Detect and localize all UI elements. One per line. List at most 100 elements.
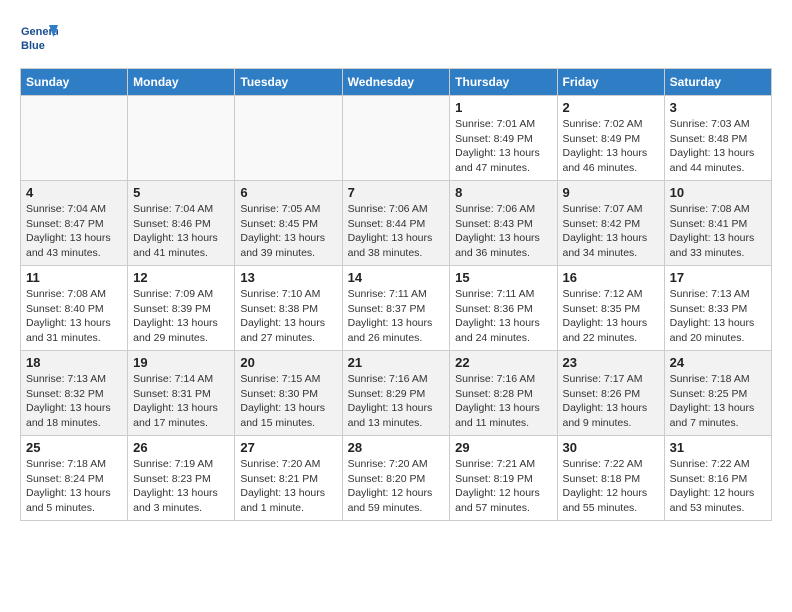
calendar-cell: 14Sunrise: 7:11 AMSunset: 8:37 PMDayligh…	[342, 266, 450, 351]
logo-graphic: General Blue	[20, 20, 58, 58]
calendar-cell: 31 Sunrise: 7:22 AMSunset: 8:16 PMDayligh…	[664, 436, 771, 521]
calendar-cell: 18 Sunrise: 7:13 AMSunset: 8:32 PMDayligh…	[21, 351, 128, 436]
day-info: Sunrise: 7:18 AMSunset: 8:25 PMDaylight:…	[670, 372, 766, 431]
day-info: Sunrise: 7:13 AMSunset: 8:33 PMDaylight:…	[670, 287, 766, 346]
day-info: Sunrise: 7:20 AMSunset: 8:21 PMDaylight:…	[240, 457, 336, 516]
day-info: Sunrise: 7:22 AMSunset: 8:16 PMDaylight:…	[670, 457, 766, 516]
calendar-cell: 28 Sunrise: 7:20 AMSunset: 8:20 PMDayligh…	[342, 436, 450, 521]
day-number: 23	[563, 355, 659, 370]
day-number: 28	[348, 440, 445, 455]
day-info: Sunrise: 7:20 AMSunset: 8:20 PMDaylight:…	[348, 457, 445, 516]
calendar-cell: 24 Sunrise: 7:18 AMSunset: 8:25 PMDayligh…	[664, 351, 771, 436]
calendar-table: SundayMondayTuesdayWednesdayThursdayFrid…	[20, 68, 772, 521]
day-info: Sunrise: 7:12 AMSunset: 8:35 PMDaylight:…	[563, 287, 659, 346]
day-number: 21	[348, 355, 445, 370]
day-info: Sunrise: 7:11 AMSunset: 8:36 PMDaylight:…	[455, 287, 551, 346]
day-of-week-header: Monday	[128, 69, 235, 96]
day-info: Sunrise: 7:15 AMSunset: 8:30 PMDaylight:…	[240, 372, 336, 431]
day-number: 5	[133, 185, 229, 200]
calendar-cell: 23 Sunrise: 7:17 AMSunset: 8:26 PMDayligh…	[557, 351, 664, 436]
calendar-cell: 30 Sunrise: 7:22 AMSunset: 8:18 PMDayligh…	[557, 436, 664, 521]
calendar-cell: 8 Sunrise: 7:06 AMSunset: 8:43 PMDaylight…	[450, 181, 557, 266]
day-number: 15	[455, 270, 551, 285]
day-info: Sunrise: 7:03 AMSunset: 8:48 PMDaylight:…	[670, 117, 766, 176]
calendar-cell: 16 Sunrise: 7:12 AMSunset: 8:35 PMDayligh…	[557, 266, 664, 351]
calendar-cell: 27 Sunrise: 7:20 AMSunset: 8:21 PMDayligh…	[235, 436, 342, 521]
day-number: 29	[455, 440, 551, 455]
calendar-cell: 17 Sunrise: 7:13 AMSunset: 8:33 PMDayligh…	[664, 266, 771, 351]
logo-svg: General Blue	[20, 20, 58, 58]
day-number: 27	[240, 440, 336, 455]
day-number: 16	[563, 270, 659, 285]
day-of-week-header: Tuesday	[235, 69, 342, 96]
day-number: 11	[26, 270, 122, 285]
day-info: Sunrise: 7:08 AMSunset: 8:41 PMDaylight:…	[670, 202, 766, 261]
day-number: 24	[670, 355, 766, 370]
calendar-cell: 13 Sunrise: 7:10 AMSunset: 8:38 PMDayligh…	[235, 266, 342, 351]
calendar-cell: 9 Sunrise: 7:07 AMSunset: 8:42 PMDaylight…	[557, 181, 664, 266]
day-info: Sunrise: 7:19 AMSunset: 8:23 PMDaylight:…	[133, 457, 229, 516]
day-info: Sunrise: 7:11 AMSunset: 8:37 PMDaylight:…	[348, 287, 445, 346]
day-info: Sunrise: 7:16 AMSunset: 8:29 PMDaylight:…	[348, 372, 445, 431]
day-info: Sunrise: 7:14 AMSunset: 8:31 PMDaylight:…	[133, 372, 229, 431]
calendar-cell: 11 Sunrise: 7:08 AMSunset: 8:40 PMDayligh…	[21, 266, 128, 351]
day-info: Sunrise: 7:02 AMSunset: 8:49 PMDaylight:…	[563, 117, 659, 176]
day-number: 31	[670, 440, 766, 455]
day-number: 19	[133, 355, 229, 370]
calendar-cell: 4Sunrise: 7:04 AMSunset: 8:47 PMDaylight…	[21, 181, 128, 266]
calendar-cell: 5 Sunrise: 7:04 AMSunset: 8:46 PMDaylight…	[128, 181, 235, 266]
logo: General Blue	[20, 20, 58, 58]
day-number: 3	[670, 100, 766, 115]
day-info: Sunrise: 7:05 AMSunset: 8:45 PMDaylight:…	[240, 202, 336, 261]
calendar-cell: 7 Sunrise: 7:06 AMSunset: 8:44 PMDaylight…	[342, 181, 450, 266]
day-number: 1	[455, 100, 551, 115]
calendar-cell: 6 Sunrise: 7:05 AMSunset: 8:45 PMDaylight…	[235, 181, 342, 266]
calendar-cell	[128, 96, 235, 181]
day-info: Sunrise: 7:21 AMSunset: 8:19 PMDaylight:…	[455, 457, 551, 516]
calendar-cell: 12Sunrise: 7:09 AMSunset: 8:39 PMDayligh…	[128, 266, 235, 351]
day-number: 25	[26, 440, 122, 455]
day-of-week-header: Friday	[557, 69, 664, 96]
calendar-cell	[342, 96, 450, 181]
day-number: 22	[455, 355, 551, 370]
day-number: 30	[563, 440, 659, 455]
day-number: 9	[563, 185, 659, 200]
day-of-week-header: Wednesday	[342, 69, 450, 96]
day-info: Sunrise: 7:08 AMSunset: 8:40 PMDaylight:…	[26, 287, 122, 346]
day-number: 13	[240, 270, 336, 285]
calendar-cell: 26 Sunrise: 7:19 AMSunset: 8:23 PMDayligh…	[128, 436, 235, 521]
svg-text:Blue: Blue	[21, 40, 45, 52]
day-number: 8	[455, 185, 551, 200]
day-of-week-header: Sunday	[21, 69, 128, 96]
day-number: 12	[133, 270, 229, 285]
day-info: Sunrise: 7:13 AMSunset: 8:32 PMDaylight:…	[26, 372, 122, 431]
day-number: 10	[670, 185, 766, 200]
day-info: Sunrise: 7:01 AMSunset: 8:49 PMDaylight:…	[455, 117, 551, 176]
calendar-cell: 25 Sunrise: 7:18 AMSunset: 8:24 PMDayligh…	[21, 436, 128, 521]
calendar-cell: 3 Sunrise: 7:03 AMSunset: 8:48 PMDaylight…	[664, 96, 771, 181]
day-of-week-header: Saturday	[664, 69, 771, 96]
calendar-cell: 21 Sunrise: 7:16 AMSunset: 8:29 PMDayligh…	[342, 351, 450, 436]
day-number: 6	[240, 185, 336, 200]
day-info: Sunrise: 7:04 AMSunset: 8:47 PMDaylight:…	[26, 202, 122, 261]
day-info: Sunrise: 7:06 AMSunset: 8:44 PMDaylight:…	[348, 202, 445, 261]
day-info: Sunrise: 7:04 AMSunset: 8:46 PMDaylight:…	[133, 202, 229, 261]
day-info: Sunrise: 7:22 AMSunset: 8:18 PMDaylight:…	[563, 457, 659, 516]
day-number: 26	[133, 440, 229, 455]
day-info: Sunrise: 7:17 AMSunset: 8:26 PMDaylight:…	[563, 372, 659, 431]
day-number: 17	[670, 270, 766, 285]
calendar-cell: 19 Sunrise: 7:14 AMSunset: 8:31 PMDayligh…	[128, 351, 235, 436]
day-info: Sunrise: 7:16 AMSunset: 8:28 PMDaylight:…	[455, 372, 551, 431]
day-info: Sunrise: 7:07 AMSunset: 8:42 PMDaylight:…	[563, 202, 659, 261]
day-number: 20	[240, 355, 336, 370]
calendar-cell: 20 Sunrise: 7:15 AMSunset: 8:30 PMDayligh…	[235, 351, 342, 436]
calendar-cell	[235, 96, 342, 181]
day-number: 18	[26, 355, 122, 370]
day-info: Sunrise: 7:18 AMSunset: 8:24 PMDaylight:…	[26, 457, 122, 516]
calendar-cell: 1 Sunrise: 7:01 AMSunset: 8:49 PMDaylight…	[450, 96, 557, 181]
day-info: Sunrise: 7:06 AMSunset: 8:43 PMDaylight:…	[455, 202, 551, 261]
day-info: Sunrise: 7:10 AMSunset: 8:38 PMDaylight:…	[240, 287, 336, 346]
day-number: 7	[348, 185, 445, 200]
calendar-cell: 15 Sunrise: 7:11 AMSunset: 8:36 PMDayligh…	[450, 266, 557, 351]
day-of-week-header: Thursday	[450, 69, 557, 96]
